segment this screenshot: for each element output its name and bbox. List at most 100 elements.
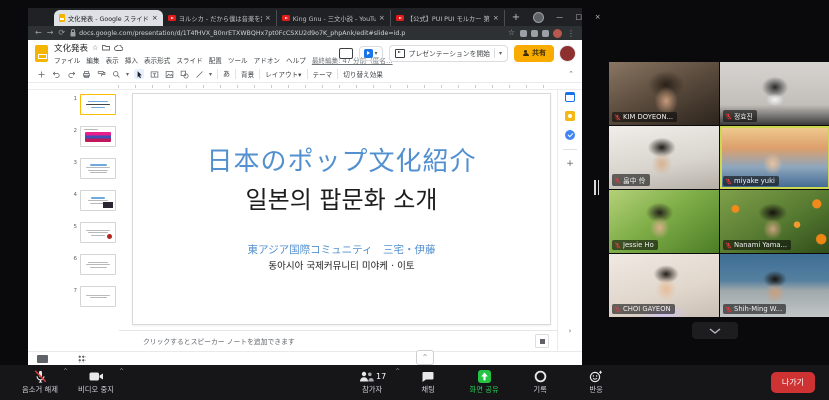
unmute-button[interactable]: ^ 음소거 해제 bbox=[12, 365, 68, 400]
input-tools-icon[interactable]: あ bbox=[223, 69, 230, 79]
redo-icon[interactable] bbox=[66, 69, 76, 79]
background-button[interactable]: 背景 bbox=[241, 69, 254, 79]
undo-icon[interactable] bbox=[51, 69, 61, 79]
tab-close-icon[interactable]: × bbox=[152, 14, 158, 22]
share-button[interactable]: 共有 bbox=[514, 45, 554, 62]
panel-resize-handle[interactable] bbox=[594, 180, 599, 195]
video-tile-hatanaka[interactable]: 畠中 伶 bbox=[609, 126, 719, 189]
slide-title-japanese[interactable]: 日本のポップ文化紹介 bbox=[206, 141, 476, 178]
extension-icon[interactable] bbox=[542, 30, 549, 37]
new-tab-button[interactable]: + bbox=[505, 10, 527, 26]
collapse-toolbar-icon[interactable]: ⌃ bbox=[568, 70, 574, 78]
video-tile-kim-doyeon[interactable]: KIM DOYEON... bbox=[609, 62, 719, 125]
cloud-status-icon[interactable] bbox=[114, 45, 123, 51]
slide-byline-japanese[interactable]: 東アジア国際コミュニティ 三宅・伊藤 bbox=[248, 242, 436, 257]
text-box-icon[interactable] bbox=[149, 69, 159, 79]
chat-button[interactable]: 채팅 bbox=[400, 365, 456, 400]
print-icon[interactable] bbox=[81, 69, 91, 79]
menu-slide[interactable]: スライド bbox=[176, 55, 202, 65]
paint-format-icon[interactable] bbox=[96, 69, 106, 79]
maximize-button[interactable]: □ bbox=[569, 13, 588, 21]
tab-close-icon[interactable]: × bbox=[265, 14, 271, 22]
menu-addons[interactable]: アドオン bbox=[254, 55, 280, 65]
theme-button[interactable]: テーマ bbox=[313, 69, 333, 79]
slide-thumbnail-6[interactable]: 6 bbox=[69, 254, 116, 275]
slideshow-icon[interactable] bbox=[339, 48, 353, 59]
tab-close-icon[interactable]: × bbox=[493, 14, 499, 22]
menu-view[interactable]: 表示 bbox=[106, 55, 119, 65]
tasks-icon[interactable] bbox=[565, 130, 575, 140]
close-button[interactable]: × bbox=[588, 13, 607, 21]
leave-meeting-button[interactable]: 나가기 bbox=[771, 372, 815, 393]
extension-icon[interactable] bbox=[531, 30, 538, 37]
insert-image-icon[interactable] bbox=[164, 69, 174, 79]
tab-youtube-3[interactable]: 【公式】PUI PUI モルカー 第1話... × bbox=[391, 10, 505, 26]
share-screen-button[interactable]: 화면 공유 bbox=[456, 365, 512, 400]
video-tile-jessie-ho[interactable]: Jessie Ho bbox=[609, 190, 719, 253]
insert-line-icon[interactable] bbox=[194, 69, 204, 79]
new-slide-icon[interactable] bbox=[36, 69, 46, 79]
browser-profile-icon[interactable] bbox=[533, 12, 544, 23]
slide-thumbnail-1[interactable]: 1 bbox=[69, 94, 116, 115]
present-to-meeting-button[interactable]: ▾ bbox=[359, 46, 383, 61]
menu-format[interactable]: 表示形式 bbox=[144, 55, 170, 65]
tab-slides[interactable]: 文化発表 - Google スライド × bbox=[54, 10, 163, 26]
minimize-button[interactable]: — bbox=[550, 13, 569, 21]
transition-button[interactable]: 切り替え効果 bbox=[343, 69, 383, 79]
notes-options-button[interactable] bbox=[535, 334, 549, 348]
menu-edit[interactable]: 編集 bbox=[86, 55, 99, 65]
add-addon-icon[interactable]: + bbox=[566, 159, 574, 169]
video-tile-miyake-yuki[interactable]: miyake yuki bbox=[720, 126, 829, 189]
menu-insert[interactable]: 挿入 bbox=[125, 55, 138, 65]
bookmark-star-icon[interactable]: ☆ bbox=[508, 26, 515, 40]
forward-icon[interactable]: → bbox=[47, 26, 54, 40]
document-title[interactable]: 文化発表 bbox=[54, 42, 88, 54]
start-presentation-button[interactable]: プレゼンテーションを開始 ▾ bbox=[389, 45, 508, 62]
collapse-caret-button[interactable]: ^ bbox=[416, 350, 434, 365]
reload-icon[interactable]: ⟳ bbox=[58, 26, 65, 40]
menu-tools[interactable]: ツール bbox=[228, 55, 248, 65]
select-cursor-icon[interactable] bbox=[134, 69, 144, 79]
record-button[interactable]: 기록 bbox=[512, 365, 568, 400]
current-slide[interactable]: 日本のポップ文化紹介 일본의 팝문화 소개 東アジア国際コミュニティ 三宅・伊藤… bbox=[132, 93, 551, 325]
extension-icon[interactable] bbox=[520, 30, 527, 37]
filmstrip-view-icon[interactable] bbox=[37, 355, 48, 363]
account-avatar[interactable] bbox=[560, 46, 575, 61]
tab-close-icon[interactable]: × bbox=[379, 14, 385, 22]
address-bar[interactable]: docs.google.com/presentation/d/1T4fHVX_B… bbox=[70, 29, 503, 37]
menu-help[interactable]: ヘルプ bbox=[286, 55, 306, 65]
collapse-panel-icon[interactable]: › bbox=[569, 327, 572, 335]
slide-canvas[interactable]: 日本のポップ文化紹介 일본의 팝문화 소개 東アジア国際コミュニティ 三宅・伊藤… bbox=[119, 90, 557, 330]
slide-title-korean[interactable]: 일본의 팝문화 소개 bbox=[246, 180, 438, 215]
speaker-notes[interactable]: クリックするとスピーカー ノートを追加できます bbox=[119, 330, 557, 351]
move-folder-icon[interactable] bbox=[102, 44, 110, 51]
keep-icon[interactable] bbox=[565, 111, 575, 121]
video-tile-shih-ming[interactable]: Shih-Ming W... bbox=[720, 254, 829, 317]
insert-shape-icon[interactable] bbox=[179, 69, 189, 79]
video-tile-jeong-hyojin[interactable]: 정효진 bbox=[720, 62, 829, 125]
slide-thumbnail-5[interactable]: 5 bbox=[69, 222, 116, 243]
slide-thumbnail-2[interactable]: 2 bbox=[69, 126, 116, 147]
slide-thumbnail-7[interactable]: 7 bbox=[69, 286, 116, 307]
slide-thumbnail-3[interactable]: 3 bbox=[69, 158, 116, 179]
slide-thumbnail-4[interactable]: 4 bbox=[69, 190, 116, 211]
video-options-chevron[interactable]: ^ bbox=[119, 368, 124, 375]
gallery-next-page-button[interactable] bbox=[692, 322, 738, 339]
video-tile-choi-gayeon[interactable]: CHOI GAYEON bbox=[609, 254, 719, 317]
participants-button[interactable]: ^ 17 참가자 bbox=[344, 365, 400, 400]
grid-view-icon[interactable] bbox=[78, 355, 86, 363]
reactions-button[interactable]: 반응 bbox=[568, 365, 624, 400]
calendar-icon[interactable] bbox=[565, 92, 575, 102]
menu-arrange[interactable]: 配置 bbox=[209, 55, 222, 65]
zoom-icon[interactable] bbox=[111, 69, 121, 79]
stop-video-button[interactable]: ^ 비디오 중지 bbox=[68, 365, 124, 400]
slide-byline-korean[interactable]: 동아시아 국제커뮤니티 미야케 · 이토 bbox=[268, 258, 414, 272]
layout-button[interactable]: レイアウト▾ bbox=[265, 69, 301, 79]
video-tile-nanami-yama[interactable]: Nanami Yama... bbox=[720, 190, 829, 253]
menu-file[interactable]: ファイル bbox=[54, 55, 80, 65]
back-icon[interactable]: ← bbox=[35, 26, 42, 40]
tab-youtube-1[interactable]: ヨルシカ - だから僕は音楽を辞めた... × bbox=[163, 10, 277, 26]
profile-avatar[interactable] bbox=[553, 29, 562, 38]
browser-menu-icon[interactable]: ⋮ bbox=[567, 29, 575, 38]
star-doc-icon[interactable]: ☆ bbox=[92, 44, 98, 52]
